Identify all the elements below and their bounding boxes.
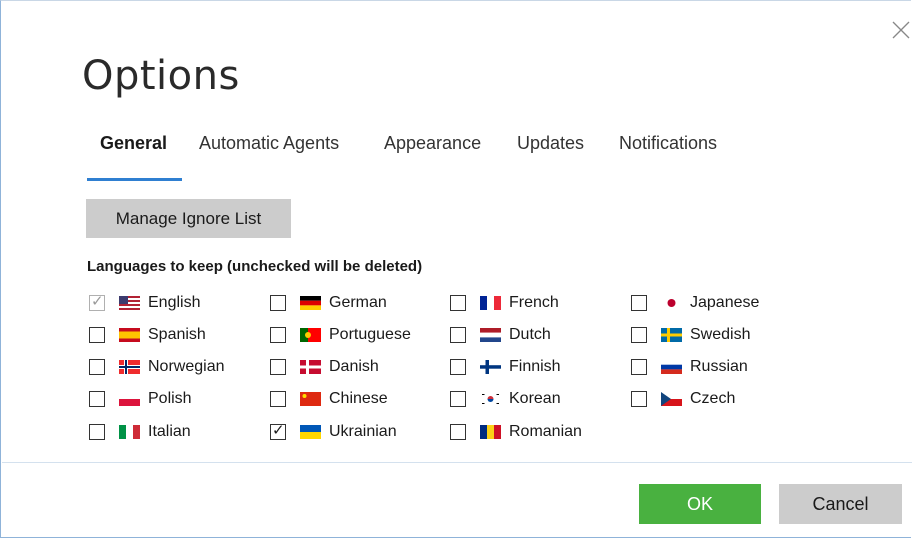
footer-divider bbox=[2, 462, 912, 463]
language-checkbox-ukrainian[interactable]: ✓ Ukrainian bbox=[270, 422, 397, 442]
de-flag-icon bbox=[300, 296, 321, 310]
language-label: Spanish bbox=[148, 326, 206, 343]
checkbox[interactable] bbox=[270, 327, 286, 343]
checkbox[interactable] bbox=[631, 391, 647, 407]
language-checkbox-czech[interactable]: Czech bbox=[631, 389, 735, 409]
tab-notifications[interactable]: Notifications bbox=[619, 133, 717, 154]
language-checkbox-portuguese[interactable]: Portuguese bbox=[270, 325, 411, 345]
tab-updates[interactable]: Updates bbox=[517, 133, 584, 154]
tab-appearance[interactable]: Appearance bbox=[384, 133, 481, 154]
checkbox[interactable] bbox=[89, 327, 105, 343]
language-checkbox-german[interactable]: German bbox=[270, 293, 387, 313]
language-checkbox-italian[interactable]: Italian bbox=[89, 422, 191, 442]
cn-flag-icon bbox=[300, 392, 321, 406]
checkbox[interactable] bbox=[89, 424, 105, 440]
language-checkbox-dutch[interactable]: Dutch bbox=[450, 325, 551, 345]
es-flag-icon bbox=[119, 328, 140, 342]
language-checkbox-korean[interactable]: Korean bbox=[450, 389, 561, 409]
language-checkbox-finnish[interactable]: Finnish bbox=[450, 357, 561, 377]
language-label: German bbox=[329, 294, 387, 311]
ru-flag-icon bbox=[661, 360, 682, 374]
checkbox[interactable] bbox=[631, 359, 647, 375]
us-flag-icon bbox=[119, 296, 140, 310]
checkbox[interactable] bbox=[450, 327, 466, 343]
language-label: Italian bbox=[148, 423, 191, 440]
language-label: Romanian bbox=[509, 423, 582, 440]
language-label: Ukrainian bbox=[329, 423, 397, 440]
checkbox[interactable]: ✓ bbox=[270, 422, 286, 440]
pl-flag-icon bbox=[119, 392, 140, 406]
language-checkbox-french[interactable]: French bbox=[450, 293, 559, 313]
language-label: Korean bbox=[509, 390, 561, 407]
manage-ignore-list-button[interactable]: Manage Ignore List bbox=[86, 199, 291, 238]
checkbox[interactable] bbox=[89, 391, 105, 407]
language-label: Norwegian bbox=[148, 358, 225, 375]
fi-flag-icon bbox=[480, 360, 501, 374]
checkbox[interactable]: ✓ bbox=[89, 293, 105, 311]
tab-automatic-agents[interactable]: Automatic Agents bbox=[199, 133, 339, 154]
language-label: Polish bbox=[148, 390, 192, 407]
close-icon[interactable] bbox=[890, 19, 912, 41]
pt-flag-icon bbox=[300, 328, 321, 342]
checkmark-icon: ✓ bbox=[272, 422, 285, 439]
it-flag-icon bbox=[119, 425, 140, 439]
checkbox[interactable] bbox=[270, 391, 286, 407]
se-flag-icon bbox=[661, 328, 682, 342]
jp-flag-icon bbox=[661, 296, 682, 310]
language-label: Dutch bbox=[509, 326, 551, 343]
language-label: French bbox=[509, 294, 559, 311]
language-checkbox-japanese[interactable]: Japanese bbox=[631, 293, 759, 313]
cancel-button[interactable]: Cancel bbox=[779, 484, 902, 524]
no-flag-icon bbox=[119, 360, 140, 374]
language-checkbox-english[interactable]: ✓ English bbox=[89, 293, 200, 313]
options-dialog: Options General Automatic Agents Appeara… bbox=[0, 0, 912, 538]
ua-flag-icon bbox=[300, 425, 321, 439]
language-checkbox-polish[interactable]: Polish bbox=[89, 389, 192, 409]
nl-flag-icon bbox=[480, 328, 501, 342]
language-label: Czech bbox=[690, 390, 736, 407]
active-tab-indicator bbox=[87, 178, 182, 181]
checkbox[interactable] bbox=[450, 391, 466, 407]
language-checkbox-swedish[interactable]: Swedish bbox=[631, 325, 750, 345]
language-checkbox-russian[interactable]: Russian bbox=[631, 357, 748, 377]
ok-button[interactable]: OK bbox=[639, 484, 761, 524]
languages-heading: Languages to keep (unchecked will be del… bbox=[87, 258, 423, 275]
cz-flag-icon bbox=[661, 392, 682, 406]
checkbox[interactable] bbox=[89, 359, 105, 375]
language-label: Chinese bbox=[329, 390, 388, 407]
language-label: Japanese bbox=[690, 294, 760, 311]
language-label: Danish bbox=[329, 358, 379, 375]
checkbox[interactable] bbox=[270, 359, 286, 375]
checkbox[interactable] bbox=[631, 295, 647, 311]
tab-general[interactable]: General bbox=[100, 133, 167, 154]
checkmark-icon: ✓ bbox=[91, 293, 104, 310]
language-label: Portuguese bbox=[329, 326, 411, 343]
language-checkbox-danish[interactable]: Danish bbox=[270, 357, 379, 377]
dk-flag-icon bbox=[300, 360, 321, 374]
language-checkbox-chinese[interactable]: Chinese bbox=[270, 389, 388, 409]
language-label: Finnish bbox=[509, 358, 561, 375]
checkbox[interactable] bbox=[631, 327, 647, 343]
language-checkbox-spanish[interactable]: Spanish bbox=[89, 325, 206, 345]
dialog-title: Options bbox=[82, 53, 240, 99]
checkbox[interactable] bbox=[450, 424, 466, 440]
language-checkbox-romanian[interactable]: Romanian bbox=[450, 422, 582, 442]
language-checkbox-norwegian[interactable]: Norwegian bbox=[89, 357, 224, 377]
checkbox[interactable] bbox=[450, 295, 466, 311]
language-label: English bbox=[148, 294, 201, 311]
language-label: Swedish bbox=[690, 326, 751, 343]
fr-flag-icon bbox=[480, 296, 501, 310]
language-label: Russian bbox=[690, 358, 748, 375]
checkbox[interactable] bbox=[450, 359, 466, 375]
ro-flag-icon bbox=[480, 425, 501, 439]
checkbox[interactable] bbox=[270, 295, 286, 311]
kr-flag-icon bbox=[480, 392, 501, 406]
